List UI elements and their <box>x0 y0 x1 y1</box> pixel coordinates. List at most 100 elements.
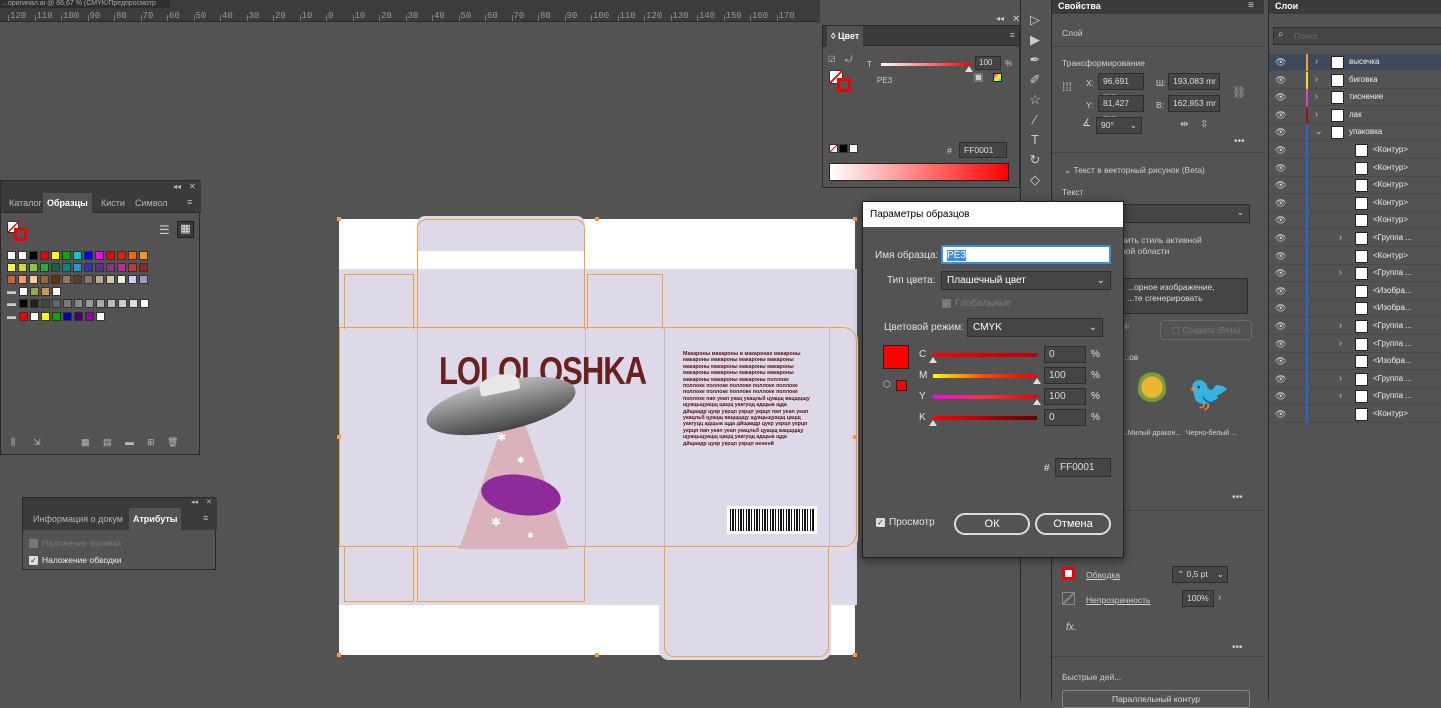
layer-row[interactable]: 👁 › тиснение <box>1269 89 1441 107</box>
preview-checkbox[interactable]: ✓ Просмотр <box>876 517 935 528</box>
swatch[interactable] <box>73 263 82 272</box>
expand-arrow-icon[interactable]: › <box>1339 390 1342 400</box>
layer-row[interactable]: 👁 <Контур> <box>1269 212 1441 230</box>
swatch[interactable] <box>18 251 27 260</box>
text-to-vector-label[interactable]: ⌄ Текст в векторный рисунок (Beta) <box>1064 165 1205 176</box>
swatch[interactable] <box>18 263 27 272</box>
swatch[interactable] <box>62 275 71 284</box>
list-view-icon[interactable]: ☰ <box>159 223 170 237</box>
swatch[interactable] <box>41 312 50 321</box>
expand-arrow-icon[interactable]: › <box>1315 91 1318 101</box>
swatch[interactable] <box>84 251 93 260</box>
pen-tool-icon[interactable]: ✒ <box>1025 50 1045 70</box>
swatch[interactable] <box>117 263 126 272</box>
expand-arrow-icon[interactable]: › <box>1339 373 1342 383</box>
swatch[interactable] <box>95 275 104 284</box>
layer-row[interactable]: 👁 <Контур> <box>1269 194 1441 212</box>
visibility-eye-icon[interactable]: 👁 <box>1275 75 1286 86</box>
selection-handle[interactable] <box>595 217 599 221</box>
expand-arrow-icon[interactable]: › <box>1339 232 1342 242</box>
swatch[interactable] <box>74 312 83 321</box>
expand-arrow-icon[interactable]: › <box>1315 56 1318 66</box>
swatch[interactable] <box>29 251 38 260</box>
swatch[interactable] <box>128 275 137 284</box>
close-panel-icon[interactable]: ✕ <box>1012 14 1020 25</box>
layer-row[interactable]: 👁 › биговка <box>1269 71 1441 89</box>
cancel-button[interactable]: Отмена <box>1035 513 1111 535</box>
swatch[interactable] <box>30 299 39 308</box>
layer-row[interactable]: 👁 <Контур> <box>1269 177 1441 195</box>
visibility-eye-icon[interactable]: 👁 <box>1275 409 1286 420</box>
swatch[interactable] <box>40 275 49 284</box>
visibility-eye-icon[interactable]: 👁 <box>1275 233 1286 244</box>
layers-title[interactable]: Слои <box>1275 1 1298 11</box>
layer-row[interactable]: 👁 › <Группа ... <box>1269 335 1441 353</box>
selection-handle[interactable] <box>337 653 341 657</box>
channel-slider-thumb[interactable] <box>929 357 937 363</box>
selection-handle[interactable] <box>337 435 341 439</box>
channel-slider-thumb[interactable] <box>1033 378 1041 384</box>
visibility-eye-icon[interactable]: 👁 <box>1275 198 1286 209</box>
visibility-eye-icon[interactable]: 👁 <box>1275 356 1286 367</box>
channel-value-input[interactable]: 100 <box>1044 388 1086 405</box>
layer-row[interactable]: 👁 <Контур> <box>1269 406 1441 423</box>
channel-value-input[interactable]: 0 <box>1044 409 1086 426</box>
swatch-library-icon[interactable] <box>974 73 983 82</box>
bird-thumbnail[interactable]: 🐦 <box>1184 368 1234 420</box>
layer-row[interactable]: 👁 <Контур> <box>1269 159 1441 177</box>
more-options-icon[interactable]: ••• <box>1234 136 1245 147</box>
dragon-thumbnail[interactable] <box>1130 368 1174 420</box>
swatch[interactable] <box>51 275 60 284</box>
layer-row[interactable]: 👁 <Контур> <box>1269 247 1441 265</box>
tint-input[interactable]: 100 <box>975 56 1001 70</box>
libraries-icon[interactable]: ⫼ <box>11 437 15 448</box>
tab-brushes[interactable]: Кисти <box>97 193 129 213</box>
swatch[interactable] <box>30 312 39 321</box>
visibility-eye-icon[interactable]: 👁 <box>1275 268 1286 279</box>
offset-path-button[interactable]: Параллельный контур <box>1062 690 1250 708</box>
visibility-eye-icon[interactable]: 👁 <box>1275 303 1286 314</box>
visibility-eye-icon[interactable]: 👁 <box>1275 215 1286 226</box>
swatch[interactable] <box>95 263 104 272</box>
expand-arrow-icon[interactable]: › <box>1339 267 1342 277</box>
layer-row[interactable]: 👁 <Изобра... <box>1269 300 1441 318</box>
visibility-eye-icon[interactable]: 👁 <box>1275 391 1286 402</box>
none-swatch[interactable] <box>829 144 838 153</box>
text-type-dropdown[interactable]: ⌄ <box>1122 204 1250 223</box>
visibility-eye-icon[interactable]: 👁 <box>1275 110 1286 121</box>
expand-arrow-icon[interactable]: ⌄ <box>1315 126 1323 137</box>
swatch[interactable] <box>40 263 49 272</box>
tab-catalog[interactable]: Каталог <box>5 193 46 213</box>
swatch-options-icon[interactable]: ▤ <box>103 437 112 448</box>
star-tool-icon[interactable]: ☆ <box>1025 90 1045 110</box>
tab-attributes[interactable]: Атрибуты <box>129 508 182 530</box>
w-field[interactable]: 193,083 mr <box>1168 73 1220 90</box>
channel-slider[interactable] <box>933 395 1037 399</box>
tint-slider[interactable] <box>881 63 971 66</box>
visibility-eye-icon[interactable]: 👁 <box>1275 374 1286 385</box>
swatch[interactable] <box>52 287 61 296</box>
layer-row[interactable]: 👁 › <Группа ... <box>1269 230 1441 247</box>
swatch[interactable] <box>74 299 83 308</box>
swatch[interactable] <box>63 299 72 308</box>
generate-button[interactable]: ▢ Создать (Beta) <box>1160 320 1252 340</box>
panel-menu-icon[interactable]: ≡ <box>1248 0 1254 11</box>
visibility-eye-icon[interactable]: 👁 <box>1275 92 1286 103</box>
visibility-eye-icon[interactable]: 👁 <box>1275 339 1286 350</box>
selection-handle[interactable] <box>853 435 857 439</box>
swatch[interactable] <box>139 263 148 272</box>
swatch[interactable] <box>107 299 116 308</box>
selection-handle[interactable] <box>337 217 341 221</box>
color-mode-icon[interactable] <box>993 73 1002 82</box>
direct-selection-tool-icon[interactable]: ▶ <box>1025 30 1045 50</box>
document-tab[interactable]: ...оригинал.ai @ 66,67 % (CMYK/Предпросм… <box>0 0 170 8</box>
reference-point-icon[interactable]: ⁞⁞⁞ <box>1062 80 1072 94</box>
swap-icon[interactable]: ⤾ <box>845 54 853 65</box>
layer-row[interactable]: 👁 › <Группа ... <box>1269 265 1441 283</box>
swatch[interactable] <box>19 299 28 308</box>
layers-search[interactable]: ⌕ Поиск <box>1273 27 1441 45</box>
artboard[interactable]: LOLOLOSHKA ✱ ✱ ✱ ✱ Макароны макароны в м… <box>337 216 858 660</box>
swatch[interactable] <box>96 299 105 308</box>
collapse-icon[interactable]: ◂◂ <box>173 182 181 191</box>
import-icon[interactable]: ⇲ <box>33 437 41 448</box>
